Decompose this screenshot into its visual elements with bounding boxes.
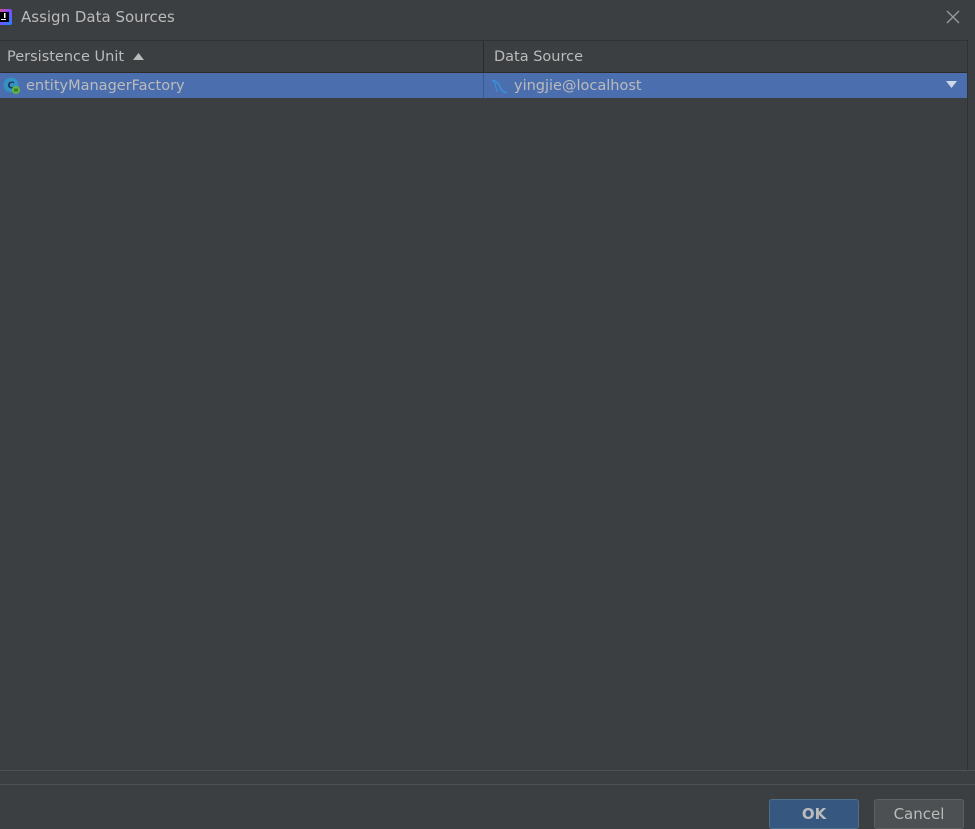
persistence-unit-name: entityManagerFactory xyxy=(26,77,185,94)
data-source-table: Persistence Unit Data Source C entityMan… xyxy=(0,40,967,771)
column-header-label: Persistence Unit xyxy=(7,48,125,65)
table-row[interactable]: C entityManagerFactory yingjie@localhost xyxy=(0,73,967,98)
intellij-icon xyxy=(0,9,12,25)
persistence-unit-cell[interactable]: C entityManagerFactory xyxy=(3,73,481,98)
data-source-name: yingjie@localhost xyxy=(514,77,642,94)
sort-ascending-icon xyxy=(133,52,145,60)
divider xyxy=(0,784,975,785)
table-header: Persistence Unit Data Source xyxy=(0,41,967,73)
assign-data-sources-dialog: Assign Data Sources Persistence Unit Dat… xyxy=(0,0,975,829)
cancel-button[interactable]: Cancel xyxy=(874,799,964,829)
column-header-persistence-unit[interactable]: Persistence Unit xyxy=(0,41,482,72)
chevron-down-icon[interactable] xyxy=(946,81,957,89)
vertical-scrollbar[interactable] xyxy=(967,40,975,770)
column-header-data-source[interactable]: Data Source xyxy=(483,41,967,72)
column-header-label: Data Source xyxy=(494,48,584,65)
close-icon[interactable] xyxy=(943,7,963,27)
mysql-datasource-icon xyxy=(491,79,508,94)
divider xyxy=(0,770,975,771)
dialog-title: Assign Data Sources xyxy=(21,8,175,26)
title-bar: Assign Data Sources xyxy=(0,0,975,36)
data-source-cell[interactable]: yingjie@localhost xyxy=(483,73,967,98)
persistence-unit-icon: C xyxy=(3,77,20,94)
ok-button[interactable]: OK xyxy=(769,799,859,829)
